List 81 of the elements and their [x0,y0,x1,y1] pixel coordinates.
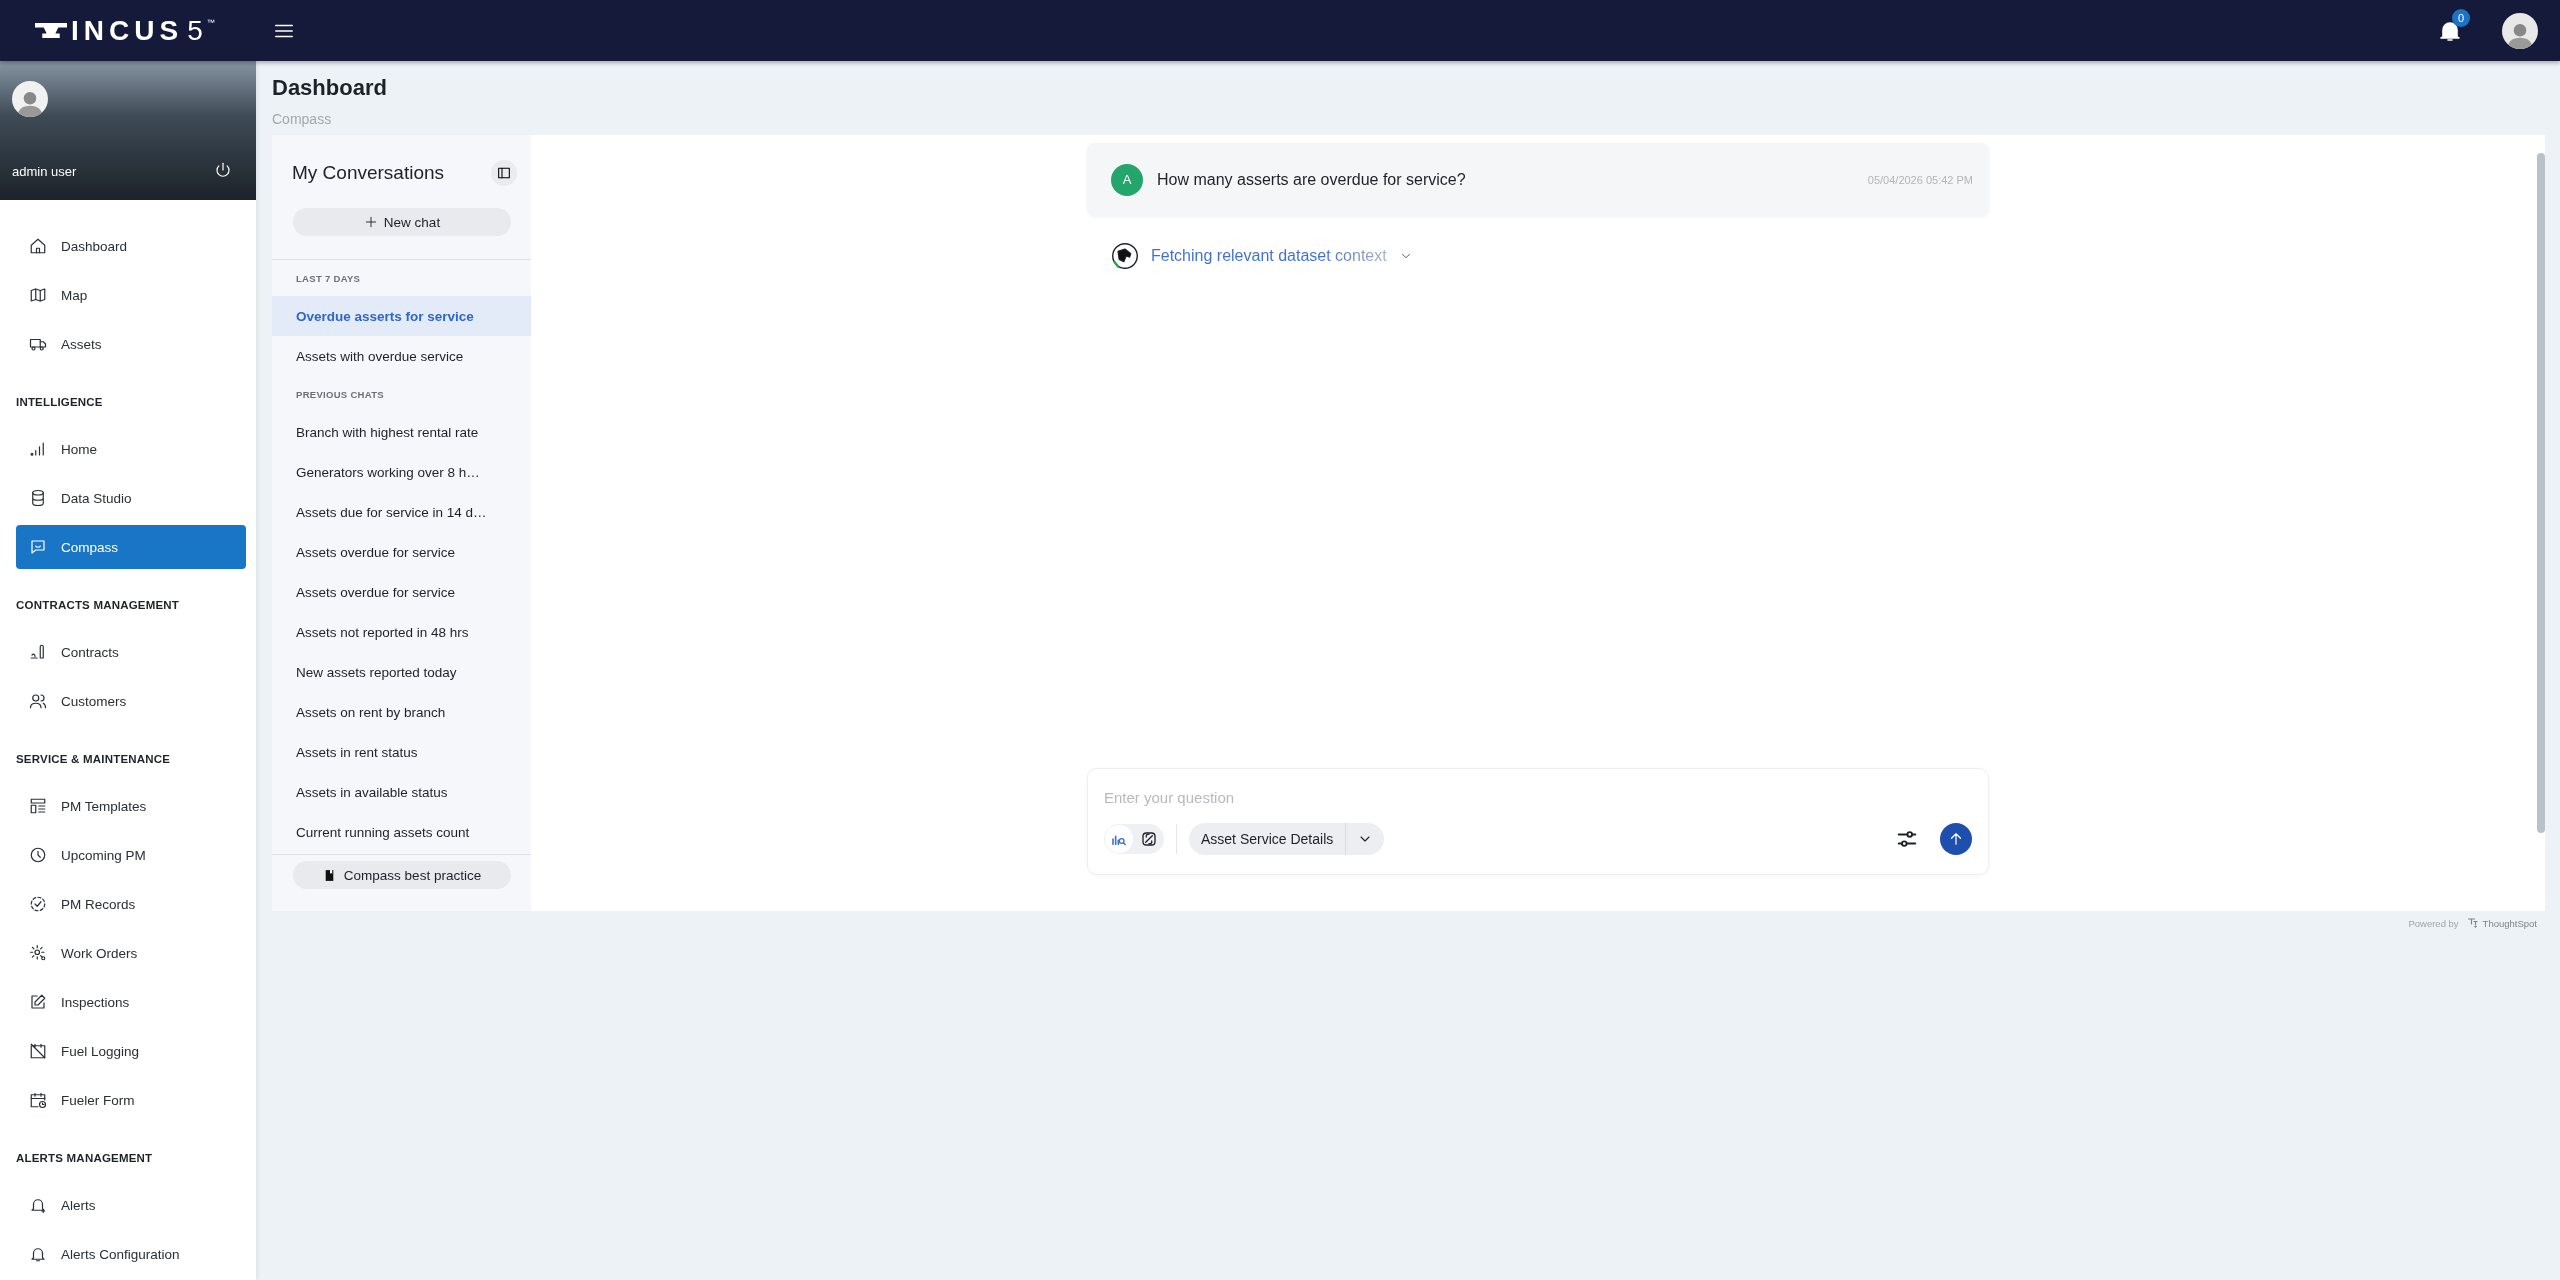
panel-title: My Conversations [292,162,445,184]
bar-chart-icon [29,440,47,458]
scrollbar[interactable] [2537,153,2545,833]
send-button[interactable] [1940,823,1972,855]
nav-item[interactable]: Contracts [16,630,246,674]
settings-button[interactable] [1896,828,1918,850]
conversation-item[interactable]: Assets with overdue service [272,336,531,376]
anvil-icon [35,22,67,38]
power-icon [214,161,232,179]
nav-item[interactable]: Inspections [16,980,246,1024]
nav-item[interactable]: Map [16,273,246,317]
bell-icon [29,1245,47,1263]
powered-by-text: Powered by [2408,917,2459,929]
mode-toggle[interactable] [1104,824,1164,854]
brand-name: ThoughtSpot [2482,917,2537,929]
sidebar-toggle-button[interactable] [491,160,517,186]
nav-item[interactable]: Upcoming PM [16,833,246,877]
conversation-item[interactable]: Assets on rent by branch [272,692,531,732]
section-heading: ALERTS MANAGEMENT [16,1151,154,1166]
nav-item[interactable]: Work Orders [16,931,246,975]
conversation-item[interactable]: Assets in rent status [272,732,531,772]
group-heading: LAST 7 DAYS [295,271,362,286]
section-heading: INTELLIGENCE [16,395,104,410]
conversation-item[interactable]: Branch with highest rental rate [272,412,531,452]
conversation-item[interactable]: Assets in available status [272,772,531,812]
timestamp: 05/04/2026 05:42 PM [1867,173,1973,186]
conversation-item[interactable]: Current running assets count [272,812,531,852]
plus-icon [363,215,378,229]
nav-item[interactable]: Assets [16,322,246,366]
section-heading: SERVICE & MAINTENANCE [16,752,172,767]
question-input[interactable]: Enter your question Asset Service Details [1087,768,1989,875]
trademark: ™ [206,17,215,27]
power-button[interactable] [214,161,232,179]
conversation-item[interactable]: Assets due for service in 14 d… [272,492,531,532]
logo-version: 5 [187,15,203,46]
section-heading: CONTRACTS MANAGEMENT [16,598,181,613]
bell-plus-icon [29,1196,47,1214]
new-chat-button[interactable]: New chat [293,208,511,236]
nav-item[interactable]: Fueler Form [16,1078,246,1122]
avatar: A [1111,163,1143,196]
conversation-item[interactable]: New assets reported today [272,652,531,692]
nav-item[interactable]: Data Studio [16,476,246,520]
clock-icon [29,846,47,864]
nav-item[interactable]: Alerts [16,1183,246,1227]
avatar[interactable] [12,81,48,117]
dataset-dropdown[interactable]: Asset Service Details [1189,823,1385,855]
chat-bubble-icon [29,538,47,556]
pencil-icon [29,993,47,1011]
nav-item[interactable]: Home [16,427,246,471]
page-title: Dashboard [272,74,388,102]
breadcrumb: Compass [272,110,333,128]
conversation-item[interactable]: Overdue asserts for service [272,296,531,336]
nav-item[interactable]: Alerts Configuration [16,1232,246,1276]
user-name: admin user [12,164,77,180]
users-icon [29,692,47,710]
conversation-item[interactable]: Assets overdue for service [272,532,531,572]
group-heading: PREVIOUS CHATS [295,387,385,402]
map-icon [29,286,47,304]
nav-item[interactable]: PM Templates [16,784,246,828]
conversation-item[interactable]: Assets overdue for service [272,572,531,612]
dashed-check-circle-icon [29,895,47,913]
nav-item[interactable]: Customers [16,679,246,723]
nav-item[interactable]: Fuel Logging [16,1029,246,1073]
crossed-calendar-icon [29,1042,47,1060]
conversation-item[interactable]: Generators working over 8 h… [272,452,531,492]
best-practice-button[interactable]: Compass best practice [293,861,511,889]
conversation-item[interactable]: Assets not reported in 48 hrs [272,612,531,652]
nav-item[interactable]: Compass [16,525,246,569]
logo-text: INCUS [71,15,184,46]
nav-item[interactable]: Dashboard [16,224,246,268]
calendar-clock-icon [29,1091,47,1109]
notification-count: 0 [2452,8,2470,27]
home-icon [29,237,47,255]
database-icon [29,489,47,507]
avatar[interactable] [2502,12,2538,49]
sliders-icon [1896,828,1918,850]
question-text: How many asserts are overdue for service? [1157,170,1467,189]
template-icon [29,797,47,815]
nav-item[interactable]: PM Records [16,882,246,926]
panel-icon [496,165,512,181]
status-text: Fetching relevant dataset context [1151,247,1387,265]
